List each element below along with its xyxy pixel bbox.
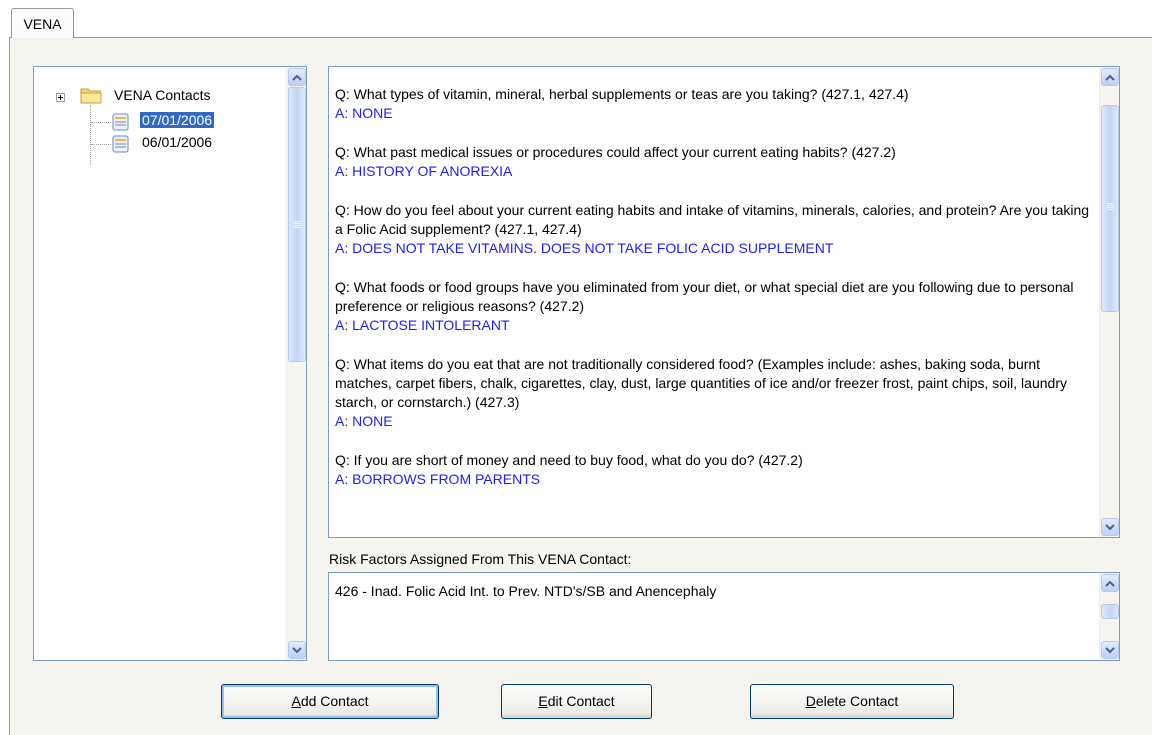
document-icon <box>112 113 129 131</box>
scroll-thumb[interactable] <box>1101 604 1119 619</box>
contacts-tree[interactable]: VENA Contacts 07/01/2006 06/01/2006 <box>33 66 307 661</box>
chevron-up-icon <box>1105 74 1115 81</box>
risk-scrollbar[interactable] <box>1099 573 1119 660</box>
document-icon <box>112 135 129 153</box>
chevron-up-icon <box>1105 580 1115 587</box>
answer-text: A: NONE <box>335 413 393 429</box>
tree-connector <box>91 144 111 145</box>
answer-text: A: HISTORY OF ANOREXIA <box>335 163 513 179</box>
qa-scrollbar[interactable] <box>1099 67 1119 537</box>
delete-contact-label: elete Contact <box>815 693 899 709</box>
chevron-down-icon <box>1105 646 1115 653</box>
tab-vena-label: VENA <box>23 16 62 32</box>
chevron-down-icon <box>1105 523 1115 530</box>
question-text: Q: If you are short of money and need to… <box>335 452 803 468</box>
tree-item-07-01-2006[interactable]: 07/01/2006 <box>140 112 215 128</box>
answer-text: A: LACTOSE INTOLERANT <box>335 317 510 333</box>
scroll-down-button[interactable] <box>1101 518 1119 536</box>
scroll-thumb[interactable] <box>288 87 306 362</box>
tab-vena[interactable]: VENA <box>11 8 74 38</box>
add-contact-button[interactable]: Add Contact <box>221 684 439 719</box>
tree-connector <box>91 122 111 123</box>
qa-item: Q: If you are short of money and need to… <box>335 451 1097 489</box>
question-text: Q: What foods or food groups have you el… <box>335 279 1074 314</box>
delete-contact-button[interactable]: Delete Contact <box>750 684 954 719</box>
question-text: Q: What past medical issues or procedure… <box>335 144 896 160</box>
question-text: Q: What types of vitamin, mineral, herba… <box>335 86 909 102</box>
tree-root-label[interactable]: VENA Contacts <box>114 87 211 103</box>
add-contact-hotkey: A <box>291 693 301 709</box>
edit-contact-button[interactable]: Edit Contact <box>501 684 652 719</box>
folder-icon <box>80 88 102 104</box>
question-text: Q: How do you feel about your current ea… <box>335 202 1090 237</box>
edit-contact-hotkey: E <box>538 693 548 709</box>
qa-item: Q: What past medical issues or procedure… <box>335 143 1097 181</box>
question-text: Q: What items do you eat that are not tr… <box>335 356 1067 410</box>
tree-item-06-01-2006[interactable]: 06/01/2006 <box>142 134 212 150</box>
qa-item: Q: What types of vitamin, mineral, herba… <box>335 85 1097 123</box>
qa-item: Q: What items do you eat that are not tr… <box>335 355 1097 431</box>
answer-text: A: DOES NOT TAKE VITAMINS. DOES NOT TAKE… <box>335 240 834 256</box>
chevron-up-icon <box>292 74 302 81</box>
scroll-thumb[interactable] <box>1101 105 1119 312</box>
qa-item: Q: How do you feel about your current ea… <box>335 201 1097 258</box>
edit-contact-label: dit Contact <box>547 693 615 709</box>
scroll-up-button[interactable] <box>1101 68 1119 86</box>
questions-answers-panel[interactable]: Q: What types of vitamin, mineral, herba… <box>328 66 1120 538</box>
plus-box-icon[interactable] <box>56 93 65 102</box>
answer-text: A: BORROWS FROM PARENTS <box>335 471 541 487</box>
add-contact-label: dd Contact <box>300 693 369 709</box>
risk-factors-list[interactable]: 426 - Inad. Folic Acid Int. to Prev. NTD… <box>328 572 1120 661</box>
risk-factors-label: Risk Factors Assigned From This VENA Con… <box>329 551 632 567</box>
qa-item: Q: What foods or food groups have you el… <box>335 278 1097 335</box>
scroll-up-button[interactable] <box>1101 574 1119 592</box>
scroll-up-button[interactable] <box>288 68 306 86</box>
chevron-down-icon <box>292 646 302 653</box>
qa-content: Q: What types of vitamin, mineral, herba… <box>335 85 1097 509</box>
tree-scrollbar[interactable] <box>286 67 306 660</box>
risk-factor-item[interactable]: 426 - Inad. Folic Acid Int. to Prev. NTD… <box>335 583 716 599</box>
scroll-down-button[interactable] <box>1101 641 1119 659</box>
answer-text: A: NONE <box>335 105 393 121</box>
scroll-down-button[interactable] <box>288 641 306 659</box>
delete-contact-hotkey: D <box>805 693 816 709</box>
tree-connector <box>90 105 91 165</box>
